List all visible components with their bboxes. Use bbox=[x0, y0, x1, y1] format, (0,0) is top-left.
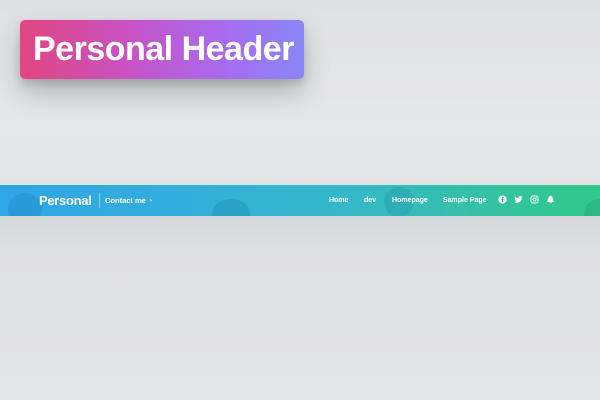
facebook-icon[interactable] bbox=[497, 194, 508, 205]
page-title: Personal Header bbox=[33, 30, 294, 68]
decorative-blob bbox=[212, 199, 250, 216]
contact-me-dropdown[interactable]: Contact me › bbox=[105, 185, 152, 216]
nav-item-home[interactable]: Home bbox=[329, 185, 348, 216]
header-divider bbox=[99, 193, 100, 208]
nav-item-sample-page[interactable]: Sample Page bbox=[443, 185, 487, 216]
chevron-right-icon: › bbox=[149, 197, 152, 204]
instagram-icon[interactable] bbox=[529, 194, 540, 205]
decorative-blob bbox=[8, 193, 42, 216]
title-badge: Personal Header bbox=[20, 20, 304, 79]
twitter-icon[interactable] bbox=[513, 194, 524, 205]
decorative-blob bbox=[584, 199, 600, 216]
nav-item-homepage[interactable]: Homepage bbox=[392, 185, 428, 216]
site-logo[interactable]: Personal bbox=[39, 185, 92, 216]
site-header: Personal Contact me › Home dev Homepage … bbox=[0, 185, 600, 216]
nav-item-dev[interactable]: dev bbox=[364, 185, 376, 216]
snapchat-icon[interactable] bbox=[545, 194, 556, 205]
page-background-bottom bbox=[0, 216, 600, 400]
contact-me-label: Contact me bbox=[105, 196, 146, 205]
